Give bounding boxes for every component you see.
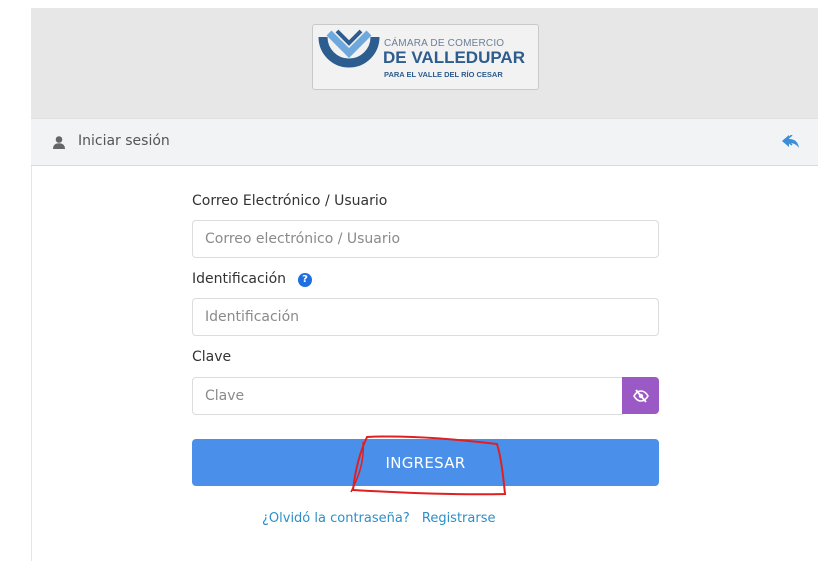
email-input[interactable] — [192, 220, 659, 258]
chamber-logo: CÁMARA DE COMERCIO DE VALLEDUPAR PARA EL… — [312, 24, 539, 90]
forgot-password-link[interactable]: ¿Olvidó la contraseña? — [262, 511, 410, 526]
user-icon — [53, 136, 65, 149]
logo-text-line2: DE VALLEDUPAR — [383, 48, 525, 67]
logo-text-line3: PARA EL VALLE DEL RÍO CESAR — [384, 70, 503, 79]
question-circle-icon[interactable]: ? — [298, 273, 312, 287]
email-label: Correo Electrónico / Usuario — [192, 193, 388, 209]
login-submit-button[interactable]: INGRESAR — [192, 439, 659, 486]
card-border — [31, 166, 32, 561]
password-label: Clave — [192, 349, 232, 365]
logo-emblem-icon — [318, 29, 380, 68]
identification-input[interactable] — [192, 298, 659, 336]
auth-links: ¿Olvidó la contraseña? Registrarse — [262, 511, 495, 526]
password-toggle-button[interactable] — [622, 377, 659, 414]
page-title: Iniciar sesión — [78, 133, 170, 149]
register-link[interactable]: Registrarse — [422, 511, 496, 526]
eye-slash-icon — [632, 388, 649, 403]
password-input[interactable] — [192, 377, 623, 415]
identification-label: Identificación — [192, 271, 287, 287]
login-card-header: Iniciar sesión — [31, 118, 818, 166]
reply-icon[interactable] — [782, 135, 800, 149]
